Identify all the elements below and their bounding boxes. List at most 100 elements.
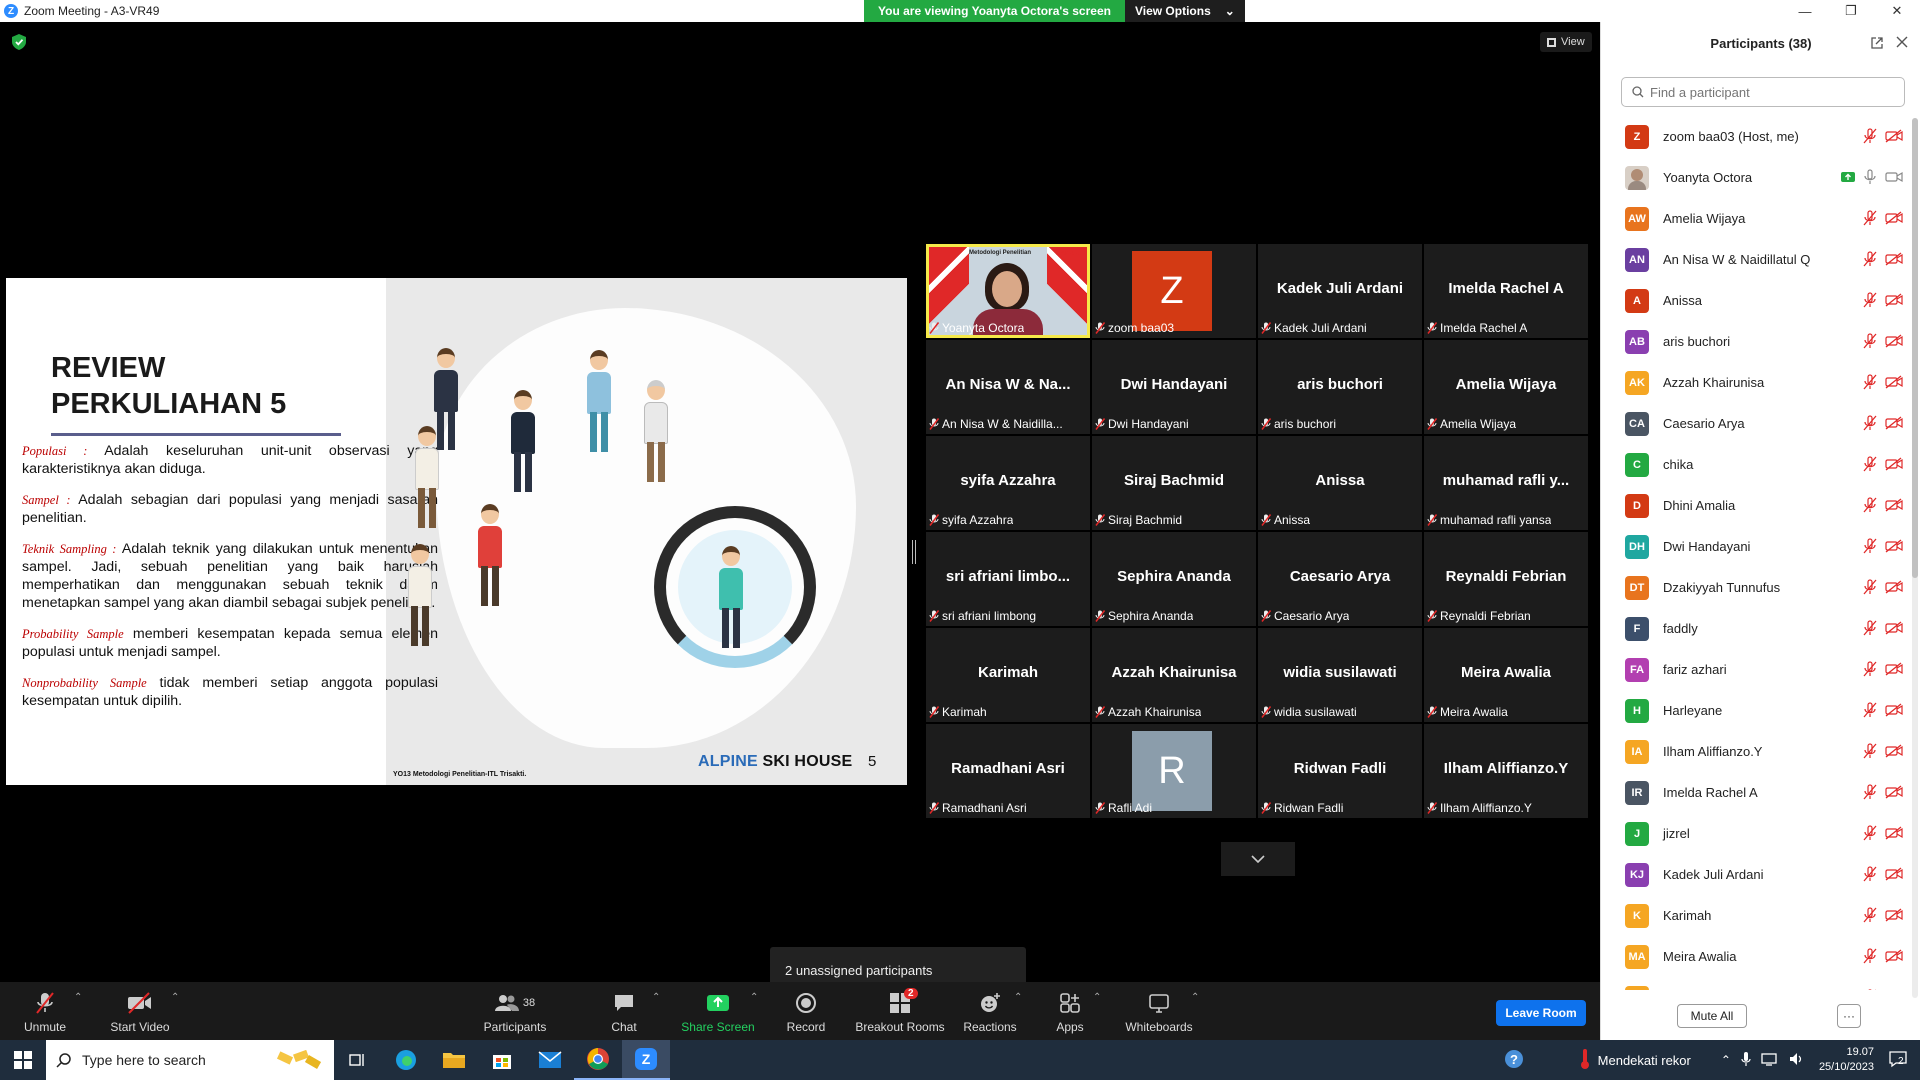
participant-row[interactable]: CA Caesario Arya xyxy=(1601,403,1909,444)
video-off-icon[interactable] xyxy=(1885,949,1903,963)
participants-scrollbar[interactable] xyxy=(1912,118,1918,998)
video-off-icon[interactable] xyxy=(1885,293,1903,307)
taskbar-search[interactable]: Type here to search xyxy=(46,1040,334,1080)
video-tile[interactable]: Anissa Anissa xyxy=(1258,436,1422,530)
muted-mic-icon[interactable] xyxy=(1863,907,1877,923)
microphone-icon[interactable] xyxy=(1741,1051,1751,1070)
whiteboards-button[interactable]: Whiteboards xyxy=(1124,982,1194,1040)
close-window-icon[interactable]: ✕ xyxy=(1874,0,1920,22)
video-tile[interactable]: aris buchori aris buchori xyxy=(1258,340,1422,434)
restore-icon[interactable]: ❐ xyxy=(1828,0,1874,22)
muted-mic-icon[interactable] xyxy=(1863,784,1877,800)
mic-icon[interactable] xyxy=(1863,169,1877,185)
video-tile[interactable]: Dwi Handayani Dwi Handayani xyxy=(1092,340,1256,434)
participant-row[interactable]: AN An Nisa W & Naidillatul Q xyxy=(1601,239,1909,280)
participant-row[interactable]: AW Amelia Wijaya xyxy=(1601,198,1909,239)
video-tile[interactable]: Reynaldi Febrian Reynaldi Febrian xyxy=(1424,532,1588,626)
video-off-icon[interactable] xyxy=(1885,785,1903,799)
participant-row[interactable]: IA Ilham Aliffianzo.Y xyxy=(1601,731,1909,772)
next-page-button[interactable] xyxy=(1221,842,1295,876)
video-tile[interactable]: Karimah Karimah xyxy=(926,628,1090,722)
video-tile[interactable]: Caesario Arya Caesario Arya xyxy=(1258,532,1422,626)
video-off-icon[interactable] xyxy=(1885,129,1903,143)
participant-row[interactable]: Cchika xyxy=(1601,444,1909,485)
reactions-button[interactable]: Reactions xyxy=(962,982,1018,1040)
muted-mic-icon[interactable] xyxy=(1863,251,1877,267)
muted-mic-icon[interactable] xyxy=(1863,374,1877,390)
participant-search[interactable] xyxy=(1621,77,1905,107)
muted-mic-icon[interactable] xyxy=(1863,538,1877,554)
microsoft-store-icon[interactable] xyxy=(478,1040,526,1080)
apps-options-caret[interactable]: ⌃ xyxy=(1093,992,1101,1003)
help-icon[interactable]: ? xyxy=(1504,1049,1524,1072)
video-options-caret[interactable]: ⌃ xyxy=(171,992,179,1003)
split-resize-handle[interactable] xyxy=(912,540,916,564)
video-off-icon[interactable] xyxy=(1885,539,1903,553)
muted-mic-icon[interactable] xyxy=(1863,948,1877,964)
video-tile[interactable]: Sephira Ananda Sephira Ananda xyxy=(1092,532,1256,626)
video-tile[interactable]: R Rafli Adi xyxy=(1092,724,1256,818)
active-speaker-tile[interactable]: Metodologi Penelitian BAKRIE Yoanyta Octor… xyxy=(926,244,1090,338)
participant-search-input[interactable] xyxy=(1650,84,1890,100)
video-off-icon[interactable] xyxy=(1885,867,1903,881)
thermometer-icon[interactable] xyxy=(1580,1048,1590,1073)
participant-row[interactable]: Zzoom baa03 (Host, me) xyxy=(1601,116,1909,157)
view-options-button[interactable]: View Options ⌄ xyxy=(1124,0,1245,22)
unmute-button[interactable]: Unmute xyxy=(20,982,70,1040)
video-off-icon[interactable] xyxy=(1885,662,1903,676)
chrome-icon[interactable] xyxy=(574,1040,622,1080)
video-tile[interactable]: Meira Awalia Meira Awalia xyxy=(1424,628,1588,722)
video-tile[interactable]: Amelia Wijaya Amelia Wijaya xyxy=(1424,340,1588,434)
video-off-icon[interactable] xyxy=(1885,703,1903,717)
muted-mic-icon[interactable] xyxy=(1863,989,1877,990)
edge-icon[interactable] xyxy=(382,1040,430,1080)
muted-mic-icon[interactable] xyxy=(1863,620,1877,636)
muted-mic-icon[interactable] xyxy=(1863,456,1877,472)
video-tile[interactable]: Ridwan Fadli Ridwan Fadli xyxy=(1258,724,1422,818)
leave-room-button[interactable]: Leave Room xyxy=(1496,1000,1586,1026)
video-tile[interactable]: Siraj Bachmid Siraj Bachmid xyxy=(1092,436,1256,530)
record-button[interactable]: Record xyxy=(786,982,826,1040)
chat-button[interactable]: Chat xyxy=(604,982,644,1040)
participant-row[interactable]: H Harleyane xyxy=(1601,690,1909,731)
participant-row[interactable]: IR Imelda Rachel A xyxy=(1601,772,1909,813)
muted-mic-icon[interactable] xyxy=(1863,497,1877,513)
notifications-icon[interactable]: 2 xyxy=(1888,1050,1908,1071)
chat-options-caret[interactable]: ⌃ xyxy=(652,992,660,1003)
muted-mic-icon[interactable] xyxy=(1863,415,1877,431)
taskbar-clock[interactable]: 19.07 25/10/2023 xyxy=(1819,1045,1874,1075)
zoom-taskbar-icon[interactable]: Z xyxy=(622,1040,670,1080)
task-view-icon[interactable] xyxy=(334,1040,382,1080)
participant-row[interactable]: Jjizrel xyxy=(1601,813,1909,854)
video-tile[interactable]: Ilham Aliffianzo.Y Ilham Aliffianzo.Y xyxy=(1424,724,1588,818)
mute-all-button[interactable]: Mute All xyxy=(1677,1004,1747,1028)
video-icon[interactable] xyxy=(1885,170,1903,184)
breakout-rooms-button[interactable]: 2 Breakout Rooms xyxy=(855,982,945,1040)
participant-row[interactable]: DT Dzakiyyah Tunnufus xyxy=(1601,567,1909,608)
windows-start-button[interactable] xyxy=(0,1040,46,1080)
reactions-options-caret[interactable]: ⌃ xyxy=(1014,992,1022,1003)
participants-button[interactable]: 38 Participants xyxy=(480,982,550,1040)
video-off-icon[interactable] xyxy=(1885,621,1903,635)
share-options-caret[interactable]: ⌃ xyxy=(750,992,758,1003)
network-icon[interactable] xyxy=(1761,1052,1779,1069)
video-off-icon[interactable] xyxy=(1885,580,1903,594)
start-video-button[interactable]: Start Video xyxy=(105,982,175,1040)
participant-row[interactable]: A Anissa xyxy=(1601,280,1909,321)
more-options-button[interactable]: ··· xyxy=(1837,1004,1861,1028)
muted-mic-icon[interactable] xyxy=(1863,333,1877,349)
close-icon[interactable] xyxy=(1896,36,1908,48)
video-tile[interactable]: Imelda Rachel A Imelda Rachel A xyxy=(1424,244,1588,338)
participant-row[interactable]: KJ Kadek Juli Ardani xyxy=(1601,854,1909,895)
video-off-icon[interactable] xyxy=(1885,498,1903,512)
muted-mic-icon[interactable] xyxy=(1863,866,1877,882)
video-off-icon[interactable] xyxy=(1885,744,1903,758)
tray-overflow-icon[interactable]: ⌃ xyxy=(1721,1053,1731,1067)
video-tile[interactable]: Ramadhani Asri Ramadhani Asri xyxy=(926,724,1090,818)
audio-options-caret[interactable]: ⌃ xyxy=(74,992,82,1003)
scrollbar-thumb[interactable] xyxy=(1912,118,1918,578)
file-explorer-icon[interactable] xyxy=(430,1040,478,1080)
video-off-icon[interactable] xyxy=(1885,375,1903,389)
participant-row[interactable]: MA Meira Awalia xyxy=(1601,936,1909,977)
video-off-icon[interactable] xyxy=(1885,252,1903,266)
